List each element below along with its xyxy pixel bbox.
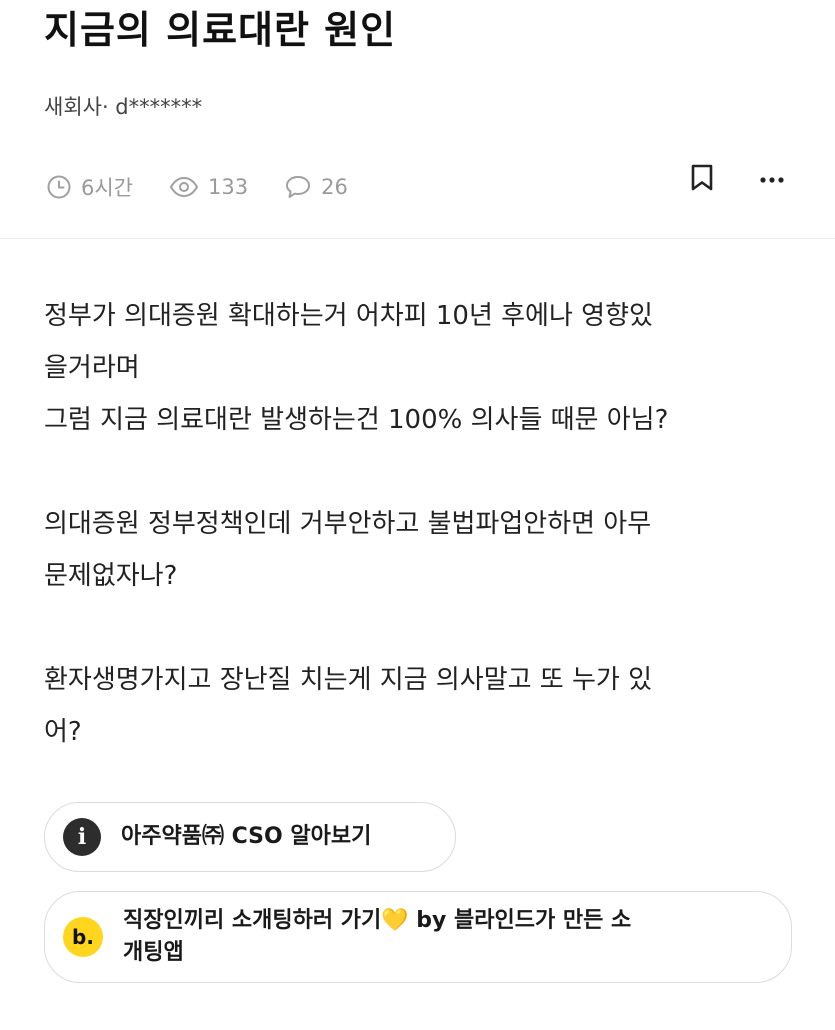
meta-comments-value: 26	[321, 175, 348, 199]
body-paragraph: 환자생명가지고 장난질 치는게 지금 의사말고 또 누가 있 어?	[44, 665, 653, 747]
more-options-button[interactable]	[754, 164, 790, 192]
info-icon: i	[63, 818, 101, 856]
author-line[interactable]: 새회사· d*******	[44, 92, 202, 122]
blind-logo-icon: b.	[63, 917, 103, 957]
clock-icon	[46, 174, 81, 200]
comment-icon	[284, 174, 321, 200]
promo-link-blind-dating[interactable]: b. 직장인끼리 소개팅하러 가기💛 by 블라인드가 만든 소 개팅앱	[44, 891, 792, 983]
promo-link-cso[interactable]: i 아주약품㈜ CSO 알아보기	[44, 802, 456, 872]
bookmark-button[interactable]	[686, 164, 718, 196]
meta-views-value: 133	[208, 175, 249, 199]
meta-views: 133	[169, 174, 248, 200]
promo-label: 아주약품㈜ CSO 알아보기	[121, 824, 372, 849]
meta-comments[interactable]: 26	[284, 174, 348, 200]
body-paragraph: 정부가 의대증원 확대하는거 어차피 10년 후에나 영향있 을거라며 그럼 지…	[44, 301, 669, 435]
post-header: 지금의 의료대란 원인 새회사· d******* 6시간 133 26	[0, 0, 835, 239]
post-title: 지금의 의료대란 원인	[44, 8, 397, 52]
post-body: 정부가 의대증원 확대하는거 어차피 10년 후에나 영향있 을거라며 그럼 지…	[44, 290, 794, 758]
meta-time: 6시간	[46, 172, 133, 202]
body-paragraph: 의대증원 정부정책인데 거부안하고 불법파업안하면 아무 문제없자나?	[44, 509, 652, 591]
bookmark-icon	[690, 164, 714, 196]
eye-icon	[169, 174, 208, 200]
post-meta: 6시간 133 26	[46, 172, 384, 202]
promo-label: 직장인끼리 소개팅하러 가기💛 by 블라인드가 만든 소 개팅앱	[123, 908, 632, 965]
more-dots-icon	[760, 169, 784, 188]
meta-time-value: 6시간	[81, 176, 134, 200]
